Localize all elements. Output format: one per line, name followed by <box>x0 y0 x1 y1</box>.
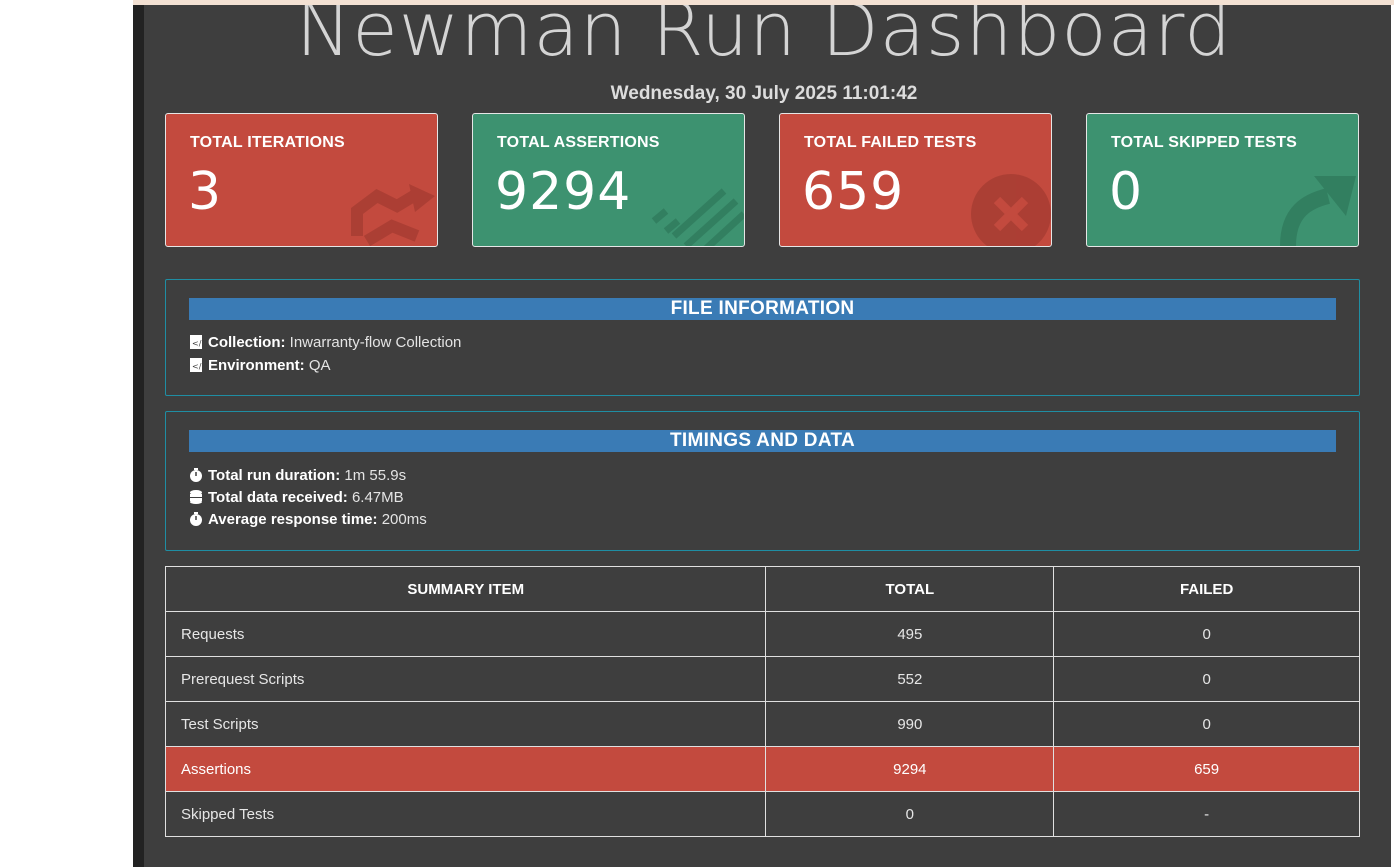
database-icon <box>190 490 202 504</box>
duration-value: 1m 55.9s <box>344 467 407 484</box>
failed-cell: - <box>1053 791 1360 837</box>
table-row-failed: Assertions 9294 659 <box>164 746 1360 792</box>
data-received-line: Total data received: 6.47MB <box>189 489 404 506</box>
column-header-failed: FAILED <box>1053 566 1360 612</box>
total-cell: 0 <box>765 791 1055 837</box>
failed-cell: 0 <box>1053 701 1360 747</box>
summary-item-cell: Requests <box>164 611 767 657</box>
data-received-label: Total data received: <box>208 489 348 506</box>
failed-cell: 659 <box>1053 746 1360 792</box>
average-response-value: 200ms <box>381 511 427 528</box>
dashboard-page: Newman Run Dashboard Wednesday, 30 July … <box>144 5 1391 867</box>
card-label: TOTAL ASSERTIONS <box>497 134 660 151</box>
failed-cell: 0 <box>1053 656 1360 702</box>
card-value: 3 <box>188 162 223 222</box>
page-title: Newman Run Dashboard <box>295 5 1233 73</box>
summary-item-cell: Test Scripts <box>164 701 767 747</box>
collection-label: Collection: <box>208 334 286 351</box>
total-cell: 990 <box>765 701 1055 747</box>
failed-cell: 0 <box>1053 611 1360 657</box>
environment-label: Environment: <box>208 357 305 374</box>
summary-header-row: SUMMARY ITEM TOTAL FAILED <box>164 566 1360 612</box>
file-code-icon: </> <box>190 358 203 372</box>
summary-item-cell: Prerequest Scripts <box>164 656 767 702</box>
share-arrow-icon <box>1280 176 1356 246</box>
card-total-assertions: TOTAL ASSERTIONS 9294 <box>472 113 745 247</box>
column-header-summary-item: SUMMARY ITEM <box>164 566 767 612</box>
summary-item-cell: Assertions <box>164 746 767 792</box>
card-label: TOTAL FAILED TESTS <box>804 134 977 151</box>
environment-value: QA <box>308 357 331 374</box>
card-label: TOTAL SKIPPED TESTS <box>1111 134 1298 151</box>
summary-table: SUMMARY ITEM TOTAL FAILED Requests 495 0… <box>164 566 1360 837</box>
card-total-failed-tests: TOTAL FAILED TESTS 659 <box>779 113 1052 247</box>
stopwatch-icon <box>190 512 202 526</box>
data-received-value: 6.47MB <box>351 489 404 506</box>
file-code-icon: </> <box>190 335 203 349</box>
card-value: 0 <box>1109 162 1144 222</box>
times-circle-icon <box>971 174 1051 246</box>
table-row: Prerequest Scripts 552 0 <box>164 656 1360 702</box>
card-value: 9294 <box>495 162 632 222</box>
timings-panel: TIMINGS AND DATA Total run duration: 1m … <box>165 411 1360 551</box>
card-value: 659 <box>802 162 905 222</box>
column-header-total: TOTAL <box>765 566 1055 612</box>
timings-header: TIMINGS AND DATA <box>189 430 1336 452</box>
collection-line: </> Collection: Inwarranty-flow Collectio… <box>189 334 461 351</box>
stopwatch-icon <box>190 468 202 482</box>
duration-line: Total run duration: 1m 55.9s <box>189 467 406 484</box>
file-information-header: FILE INFORMATION <box>189 298 1336 320</box>
table-row: Requests 495 0 <box>164 611 1360 657</box>
total-cell: 552 <box>765 656 1055 702</box>
left-border-bar <box>133 5 144 867</box>
refresh-icon <box>351 184 435 246</box>
card-label: TOTAL ITERATIONS <box>190 134 345 151</box>
total-cell: 495 <box>765 611 1055 657</box>
list-icon <box>651 188 744 246</box>
environment-line: </> Environment: QA <box>189 357 331 374</box>
card-total-iterations: TOTAL ITERATIONS 3 <box>165 113 438 247</box>
file-information-panel: FILE INFORMATION </> Collection: Inwarran… <box>165 279 1360 396</box>
table-row: Test Scripts 990 0 <box>164 701 1360 747</box>
card-total-skipped-tests: TOTAL SKIPPED TESTS 0 <box>1086 113 1359 247</box>
collection-value: Inwarranty-flow Collection <box>289 334 462 351</box>
summary-item-cell: Skipped Tests <box>164 791 767 837</box>
run-datetime: Wednesday, 30 July 2025 11:01:42 <box>610 83 918 104</box>
average-response-label: Average response time: <box>208 511 378 528</box>
average-response-line: Average response time: 200ms <box>189 511 427 528</box>
svg-text:</>: </> <box>192 339 203 348</box>
total-cell: 9294 <box>765 746 1055 792</box>
duration-label: Total run duration: <box>208 467 341 484</box>
svg-text:</>: </> <box>192 362 203 371</box>
table-row: Skipped Tests 0 - <box>164 791 1360 837</box>
